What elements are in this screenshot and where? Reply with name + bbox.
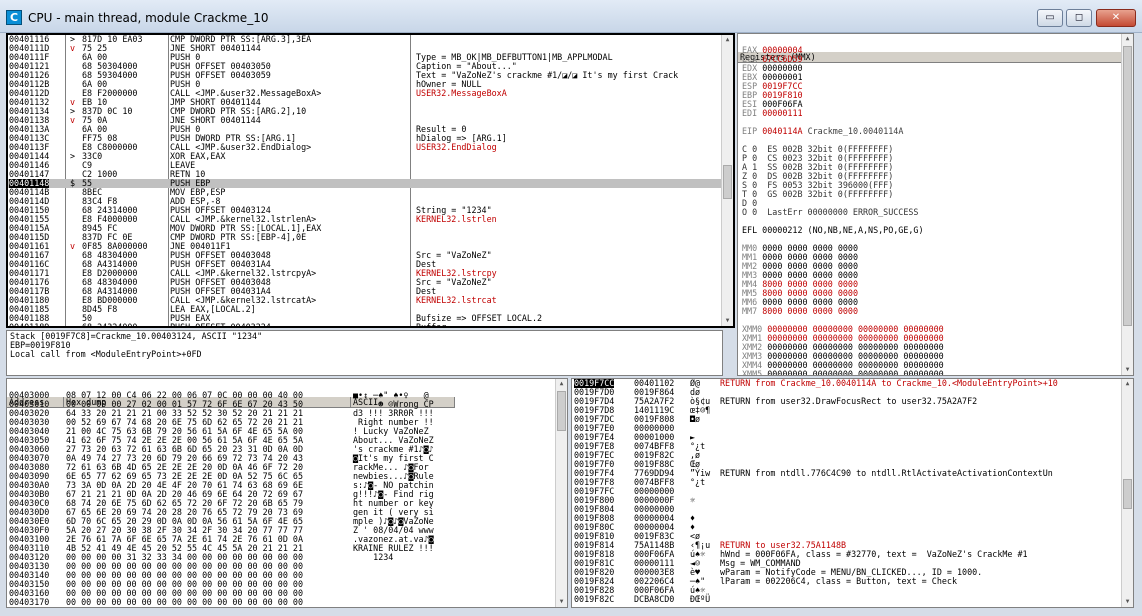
stack-chars: ÐŒºÜ [690, 594, 711, 604]
stack-value[interactable]: DCBA8CD0 [634, 595, 674, 604]
disasm-row[interactable]: 00401147 C2 1000 RETN 10 [8, 170, 724, 179]
stack-comment: RETURN from user32.DrawFocusRect to user… [720, 396, 978, 406]
dump-row[interactable]: 00403170 00 00 00 00 00 00 00 00 00 00 00… [7, 598, 455, 607]
close-button[interactable]: ✕ [1096, 9, 1136, 27]
scroll-up-icon[interactable]: ▲ [1122, 379, 1133, 389]
flag-row[interactable]: O 0 LastErr 00000000 ERROR_SUCCESS [742, 208, 918, 217]
dump-hex[interactable]: 00 00 00 00 00 00 00 00 00 00 00 00 00 0… [66, 598, 303, 607]
disasm-row[interactable]: 00401126 68 59304000 PUSH OFFSET 00403059 T… [8, 71, 724, 80]
register-value[interactable]: 8000 0000 0000 0000 [762, 306, 858, 316]
disasm-row[interactable]: 00401148 $55 PUSH EBP [8, 179, 724, 188]
stack-pane[interactable]: 0019F7CC 00401102 Ø@ RETURN from Crackme_10… [571, 378, 1134, 608]
info-line-3: Local call from <ModuleEntryPoint>+0FD [10, 349, 202, 359]
register-value[interactable]: 0040114A [762, 126, 802, 136]
disasm-comment: KERNEL32.lstrlen [416, 214, 497, 224]
disasm-address[interactable]: 00401189 [9, 323, 49, 327]
disasm-row[interactable]: 00401185 8D45 F8 LEA EAX,[LOCAL.2] [8, 305, 724, 314]
register-value[interactable]: 00000000 00000000 00000000 00000000 [767, 369, 943, 376]
registers-scrollbar[interactable]: ▲ ▼ [1121, 34, 1133, 375]
minimize-button[interactable]: ▭ [1037, 9, 1063, 27]
dump-address[interactable]: 00403170 [9, 598, 49, 607]
scroll-thumb[interactable] [1123, 46, 1132, 326]
dump-scrollbar[interactable]: ▲ ▼ [555, 379, 567, 607]
disasm-jump-marker: v [70, 43, 76, 53]
disasm-comment: USER32.MessageBoxA [416, 88, 507, 98]
disasm-row[interactable]: 00401138 v 75 0A JNE SHORT 00401144 [8, 116, 724, 125]
maximize-button[interactable]: ◻ [1066, 9, 1092, 27]
disasm-row[interactable]: 0040111D v 75 25 JNE SHORT 00401144 [8, 44, 724, 53]
app-icon: C [6, 10, 22, 25]
scroll-thumb[interactable] [557, 391, 566, 431]
disasm-row[interactable]: 00401189 68 24324000 PUSH OFFSET 00403224 B… [8, 322, 724, 328]
disasm-jump-marker: $ [70, 178, 76, 188]
scroll-up-icon[interactable]: ▲ [722, 35, 733, 45]
stack-scrollbar[interactable]: ▲ ▼ [1121, 379, 1133, 607]
dump-blank-area [455, 379, 555, 607]
scroll-down-icon[interactable]: ▼ [556, 597, 567, 607]
disasm-row[interactable]: 0040112D E8 F2000000 CALL <JMP.&user32.Mes… [8, 89, 724, 98]
xmm-register-row[interactable]: XMM5 00000000 00000000 00000000 00000000 [742, 370, 944, 376]
disasm-row[interactable]: 00401144 >33C0 XOR EAX,EAX [8, 152, 724, 161]
disasm-comment: USER32.EndDialog [416, 142, 497, 152]
scroll-down-icon[interactable]: ▼ [722, 316, 733, 326]
stack-comment: RETURN from Crackme_10.0040114A to Crack… [720, 378, 1058, 388]
disasm-comment: KERNEL32.lstrcat [416, 295, 497, 305]
disasm-row[interactable]: 0040113F E8 C8000000 CALL <JMP.&user32.End… [8, 143, 724, 152]
stack-chars: °¿t [690, 477, 706, 487]
register-row[interactable]: EDI 00000111 [742, 109, 803, 118]
info-pane: Stack [0019F7C8]=Crackme_10.00403124, AS… [6, 330, 723, 376]
disasm-instruction[interactable]: PUSH OFFSET 00403224 [170, 323, 271, 327]
scroll-up-icon[interactable]: ▲ [1122, 34, 1133, 44]
stack-address[interactable]: 0019F82C [574, 595, 614, 604]
disasm-jump-marker: v [70, 115, 76, 125]
disasm-row[interactable]: 00401134 >837D 0C 10 CMP DWORD PTR SS:[ARG… [8, 107, 724, 116]
dump-ascii[interactable]: 1234 [353, 553, 434, 562]
title-bar: C CPU - main thread, module Crackme_10 ▭… [0, 0, 1142, 33]
registers-pane[interactable]: Registers (MMX) EAX 00000004 ECX 67CC6D59… [737, 33, 1134, 376]
register-name: MM7 [742, 306, 758, 316]
stack-comment: RETURN from ntdll.776C4C90 to ntdll.RtlA… [720, 468, 1053, 478]
disassembly-pane[interactable]: 00401116 >817D 10 EA03 CMP DWORD PTR SS:[A… [6, 33, 735, 328]
register-name: EDI [742, 108, 758, 118]
window-title: CPU - main thread, module Crackme_10 [28, 11, 269, 25]
stack-chars: ☼ [690, 495, 696, 505]
efl-row[interactable]: EFL 00000212 (NO,NB,NE,A,NS,PO,GE,G) [742, 226, 924, 235]
disasm-hex: 68 24324000 [82, 322, 138, 328]
disasm-jump-marker: v [70, 241, 76, 251]
disasm-jump-marker: > [70, 151, 76, 161]
register-name: EIP [742, 126, 758, 136]
mm-register-row[interactable]: MM7 8000 0000 0000 0000 [742, 307, 858, 316]
stack-comment: lParam = 002206C4, class = Button, text … [720, 576, 957, 586]
scroll-down-icon[interactable]: ▼ [1122, 365, 1133, 375]
register-row-eip[interactable]: EIP 0040114A Crackme_10.0040114A [742, 127, 903, 136]
disasm-row[interactable]: 00401116 >817D 10 EA03 CMP DWORD PTR SS:[A… [8, 35, 724, 44]
register-comment: Crackme_10.0040114A [807, 126, 904, 136]
hex-dump-pane[interactable]: Address Hex dump ASCII 00403000 08 07 12 … [6, 378, 568, 608]
scroll-up-icon[interactable]: ▲ [556, 379, 567, 389]
disasm-comment: Buffer [416, 322, 447, 328]
scroll-down-icon[interactable]: ▼ [1122, 597, 1133, 607]
stack-row[interactable]: 0019F82C DCBA8CD0 ÐŒºÜ [572, 595, 1122, 604]
scroll-thumb[interactable] [723, 165, 732, 199]
register-value[interactable]: 00000111 [762, 108, 802, 118]
scroll-thumb[interactable] [1123, 479, 1132, 509]
flag-row[interactable]: T 0 GS 002B 32bit 0(FFFFFFFF) [742, 190, 893, 199]
register-name: XMM5 [742, 369, 763, 376]
disassembly-scrollbar[interactable]: ▲ ▼ [721, 35, 733, 326]
stack-chars: ◘ø [690, 414, 701, 424]
